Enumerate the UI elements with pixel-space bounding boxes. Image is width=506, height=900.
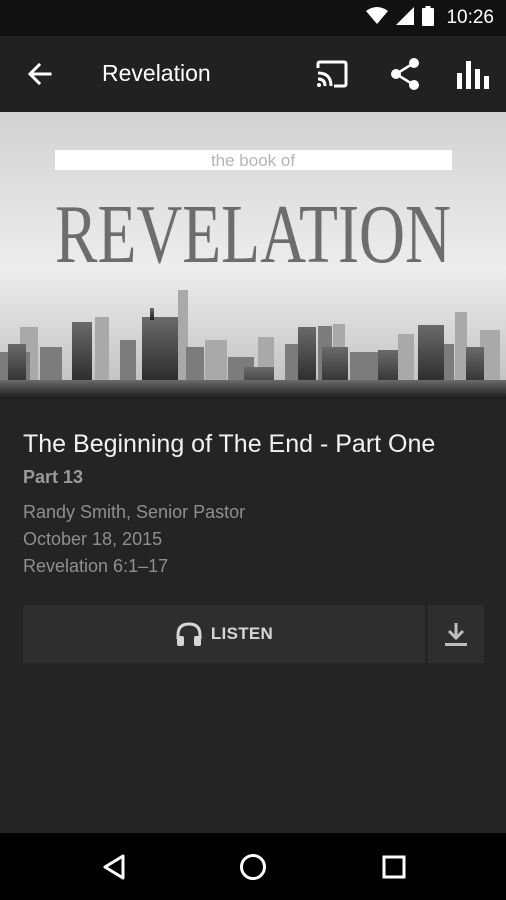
listen-button[interactable]: LISTEN [23,605,425,663]
cast-button[interactable] [312,54,352,94]
sermon-speaker: Randy Smith, Senior Pastor [23,502,246,522]
equalizer-button[interactable] [453,54,493,94]
signal-icon [396,6,415,30]
listen-label: LISTEN [210,624,274,643]
series-artwork: the book of REVELATION [0,112,506,399]
page-title: Revelation [102,60,211,86]
nav-home-icon [240,854,266,880]
nav-recents-icon [382,855,406,879]
nav-recents-button[interactable] [374,847,414,887]
sermon-details: The Beginning of The End - Part One Part… [0,399,506,833]
system-nav-bar [0,833,506,900]
share-button[interactable] [385,54,425,94]
sermon-part: Part 13 [23,467,84,487]
nav-back-button[interactable] [94,847,134,887]
download-icon [445,623,467,646]
arrow-back-icon [27,62,52,86]
nav-home-button[interactable] [233,847,273,887]
battery-icon [422,5,435,31]
artwork-title: REVELATION [55,188,451,281]
share-icon [391,58,419,90]
nav-back-icon [103,854,125,880]
headphones-icon [176,622,202,646]
sermon-passage: Revelation 6:1–17 [23,556,169,576]
status-bar: 10:26 [0,0,506,36]
status-icons: 10:26 [366,0,494,36]
back-button[interactable] [22,56,58,92]
sermon-date: October 18, 2015 [23,529,163,549]
cast-icon [316,60,348,88]
status-time: 10:26 [446,7,494,28]
app-bar: Revelation [0,36,506,112]
download-button[interactable] [428,605,484,663]
wifi-icon [366,6,389,30]
equalizer-icon [457,61,489,89]
sermon-title: The Beginning of The End - Part One [23,430,436,458]
artwork-subtitle: the book of [211,151,295,170]
